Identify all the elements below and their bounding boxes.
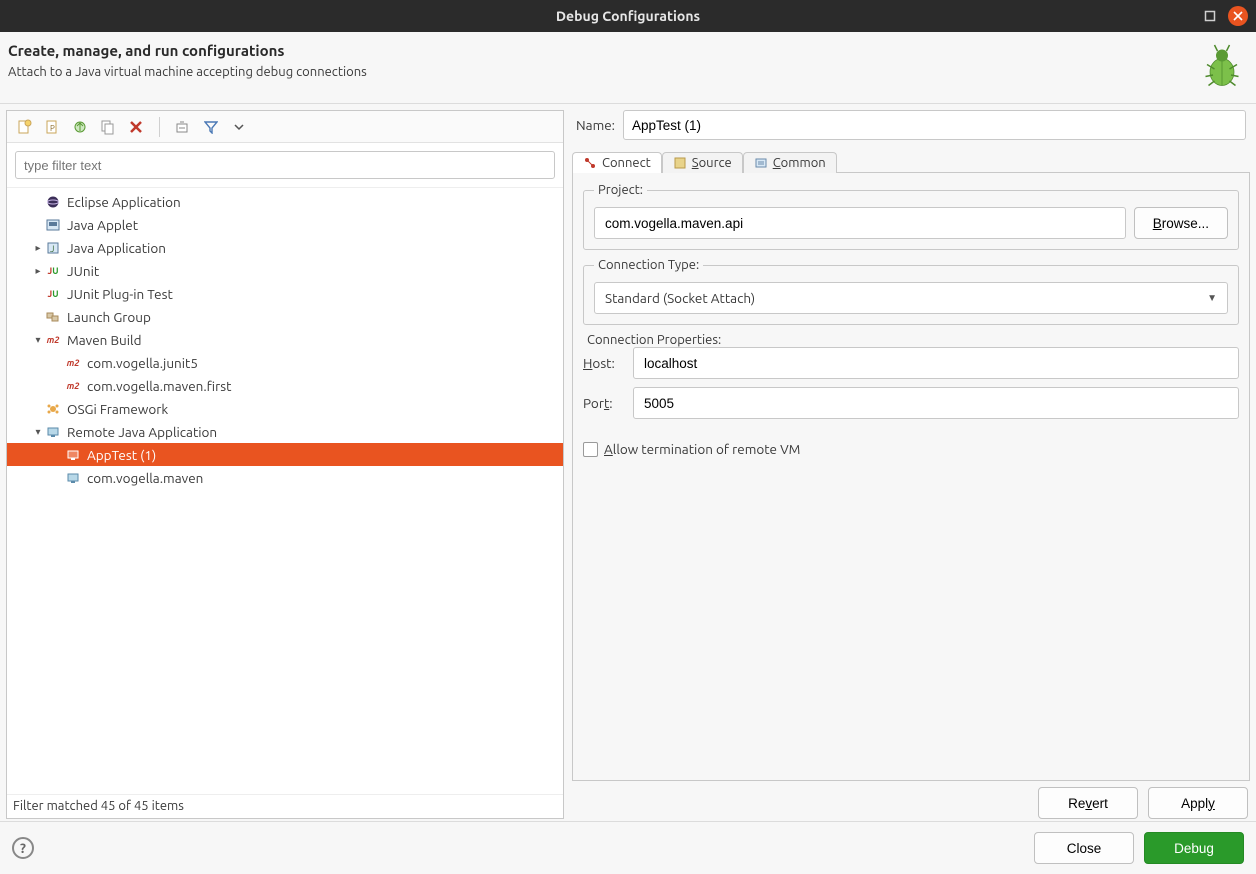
tree-item-label: Java Applet [67,217,138,233]
tree-item-label: Java Application [67,240,166,256]
eclipse-icon [45,194,61,210]
osgi-icon [45,401,61,417]
maximize-button[interactable] [1200,6,1220,26]
connection-type-select[interactable]: Standard (Socket Attach) ▼ [594,282,1228,314]
junit-icon: JU [45,263,61,279]
tree-item-label: com.vogella.maven.first [87,378,231,394]
twisty-icon[interactable]: ▸ [31,265,45,277]
tree-item[interactable]: Eclipse Application [7,190,563,213]
tree-item-label: Maven Build [67,332,141,348]
config-tree[interactable]: Eclipse Application Java Applet ▸ J Java App… [7,188,563,794]
maven-icon: m2 [45,332,61,348]
twisty-icon[interactable]: ▾ [31,334,45,346]
tree-item[interactable]: ▾ Remote Java Application [7,420,563,443]
tree-item-label: JUnit [67,263,99,279]
tree-item[interactable]: m2 com.vogella.maven.first [7,374,563,397]
export-icon[interactable] [71,118,89,136]
name-input[interactable] [623,110,1246,140]
connection-type-group: Connection Type: Standard (Socket Attach… [583,258,1239,325]
tree-item-label: com.vogella.maven [87,470,203,486]
duplicate-icon[interactable] [99,118,117,136]
remote-config-icon [65,447,81,463]
allow-termination-checkbox[interactable] [583,442,598,457]
tree-item-label: Eclipse Application [67,194,181,210]
connection-props-group: Connection Properties: Host: Port: [583,333,1239,427]
tree-item-label: com.vogella.junit5 [87,355,198,371]
junit-plugin-icon: JU [45,286,61,302]
debug-button[interactable]: Debug [1144,832,1244,864]
help-icon[interactable]: ? [12,837,34,859]
host-label: Host: [583,355,623,371]
project-legend: Project: [594,183,647,197]
java-app-icon: J [45,240,61,256]
tree-item[interactable]: m2 com.vogella.junit5 [7,351,563,374]
tree-item-label: Launch Group [67,309,151,325]
name-label: Name: [576,117,615,133]
tab-source[interactable]: Source [662,152,743,173]
new-proto-config-icon[interactable]: P [43,118,61,136]
allow-termination-label: Allow termination of remote VM [604,441,800,457]
tree-item[interactable]: ▸ J Java Application [7,236,563,259]
tree-item[interactable]: Launch Group [7,305,563,328]
remote-config-icon [65,470,81,486]
bug-icon [1198,42,1246,93]
filter-dropdown-icon[interactable] [230,118,248,136]
left-toolbar: P [7,111,563,143]
filter-status: Filter matched 45 of 45 items [7,794,563,818]
tree-item[interactable]: ▾m2 Maven Build [7,328,563,351]
port-input[interactable] [633,387,1239,419]
tree-item[interactable]: AppTest (1) [7,443,563,466]
applet-icon [45,217,61,233]
tree-item[interactable]: Java Applet [7,213,563,236]
page-title: Create, manage, and run configurations [8,42,367,59]
maven-icon: m2 [65,378,81,394]
connect-icon [583,156,597,170]
filter-icon[interactable] [202,118,220,136]
tree-item[interactable]: ▸JU JUnit [7,259,563,282]
delete-icon[interactable] [127,118,145,136]
tab-common[interactable]: Common [743,152,837,173]
project-input[interactable] [594,207,1126,239]
apply-button[interactable]: Apply [1148,787,1248,819]
page-subtitle: Attach to a Java virtual machine accepti… [8,65,367,79]
tree-item-label: AppTest (1) [87,447,156,463]
close-button[interactable]: Close [1034,832,1134,864]
collapse-all-icon[interactable] [174,118,192,136]
source-icon [673,156,687,170]
window-title: Debug Configurations [556,8,700,24]
tree-item-label: OSGi Framework [67,401,168,417]
tree-item-label: JUnit Plug-in Test [67,286,173,302]
host-input[interactable] [633,347,1239,379]
title-bar: Debug Configurations [0,0,1256,32]
maven-icon: m2 [65,355,81,371]
browse-button[interactable]: Browse... [1134,207,1228,239]
common-icon [754,156,768,170]
launch-group-icon [45,309,61,325]
chevron-down-icon: ▼ [1207,292,1217,304]
remote-java-icon [45,424,61,440]
conn-type-legend: Connection Type: [594,258,703,272]
twisty-icon[interactable]: ▸ [31,242,45,254]
twisty-icon[interactable]: ▾ [31,426,45,438]
tree-item[interactable]: com.vogella.maven [7,466,563,489]
project-group: Project: Browse... [583,183,1239,250]
filter-input[interactable] [15,151,555,179]
svg-text:P: P [50,124,55,133]
tree-item-label: Remote Java Application [67,424,217,440]
tree-item[interactable]: OSGi Framework [7,397,563,420]
new-config-icon[interactable] [15,118,33,136]
svg-text:J: J [50,244,54,254]
tree-item[interactable]: JU JUnit Plug-in Test [7,282,563,305]
revert-button[interactable]: Revert [1038,787,1138,819]
port-label: Port: [583,395,623,411]
conn-props-legend: Connection Properties: [583,333,725,347]
close-window-button[interactable] [1228,6,1248,26]
tab-connect[interactable]: Connect [572,152,662,173]
